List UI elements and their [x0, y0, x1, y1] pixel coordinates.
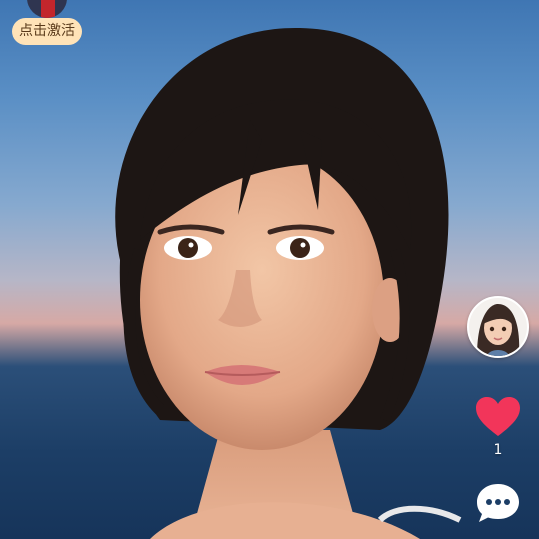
portrait-photo: [115, 27, 462, 539]
activate-badge[interactable]: 点击激活: [12, 0, 82, 46]
action-column: 1: [465, 296, 531, 524]
comment-icon[interactable]: [475, 482, 521, 524]
like-count: 1: [493, 442, 503, 458]
cartoon-girl-avatar-icon: [469, 298, 527, 356]
creator-avatar[interactable]: [467, 296, 529, 358]
video-screen[interactable]: 点击激活 1: [0, 0, 539, 539]
avatar-figure: [41, 0, 55, 18]
activate-avatar[interactable]: [27, 0, 67, 18]
activate-button[interactable]: 点击激活: [12, 18, 82, 45]
heart-icon[interactable]: [475, 396, 521, 438]
